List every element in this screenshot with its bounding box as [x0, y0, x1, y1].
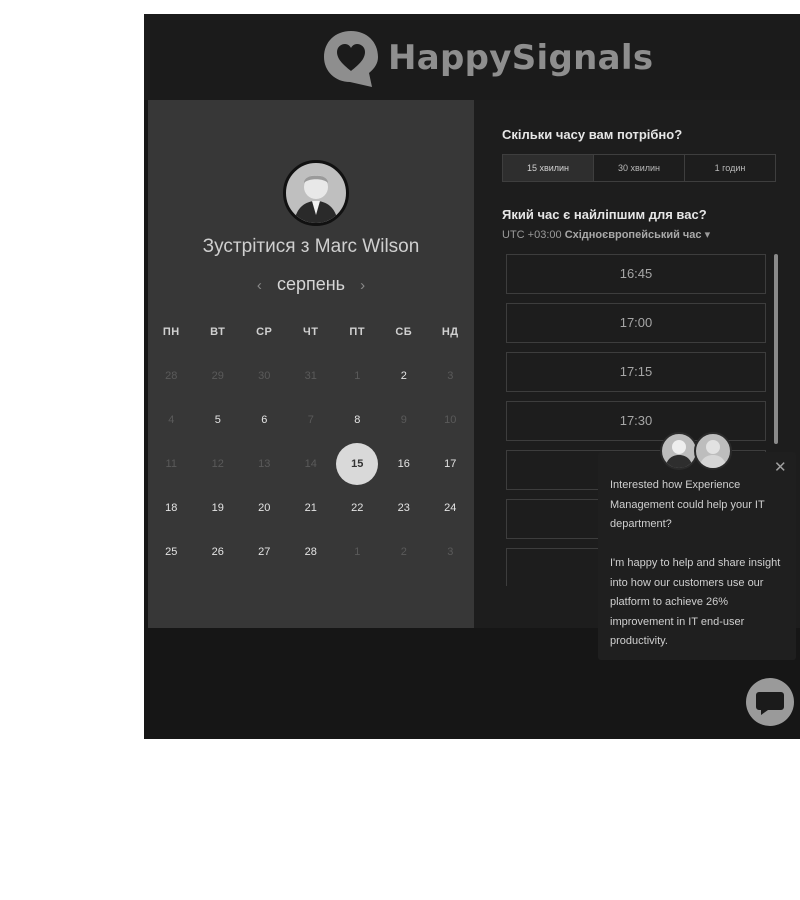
weekday-label: ВТ	[210, 326, 226, 338]
chat-message-body: I'm happy to help and share insight into…	[610, 557, 781, 647]
weekday-label: СБ	[395, 326, 413, 338]
booking-frame: HappySignals Зустрітися з Marc Wilson ‹ …	[144, 14, 800, 739]
calendar-day[interactable]: 23	[381, 502, 428, 514]
week-row: 18 19 20 21 22 23 24	[148, 486, 474, 530]
calendar-day[interactable]: 6	[241, 414, 288, 426]
selected-day-label: 15	[336, 443, 379, 485]
calendar-day[interactable]: 19	[195, 502, 242, 514]
week-row: 11 12 13 14 15 16 17	[148, 442, 474, 486]
chevron-down-icon: ▾	[704, 229, 711, 241]
month-navigation: ‹ серпень ›	[148, 274, 474, 295]
calendar-day-unavailable: 31	[304, 370, 317, 382]
weekday-label: ЧТ	[303, 326, 319, 338]
timezone-selector[interactable]: UTC +03:00 Східноєвропейський час ▾	[502, 228, 710, 241]
weekday-label: ПТ	[349, 326, 366, 338]
calendar-grid: ПН ВТ СР ЧТ ПТ СБ НД 28 29 30 31 1 2 3 4…	[148, 310, 474, 574]
calendar-day[interactable]: 18	[148, 502, 195, 514]
close-icon[interactable]: ✕	[774, 458, 787, 476]
chat-message-intro: Interested how Experience Management cou…	[610, 479, 765, 530]
calendar-day-unavailable: 28	[165, 370, 178, 382]
calendar-day-selected[interactable]: 15	[334, 443, 381, 485]
chevron-left-icon[interactable]: ‹	[257, 277, 262, 294]
weekday-label: СР	[256, 326, 273, 338]
calendar-day[interactable]: 8	[334, 414, 381, 426]
calendar-day[interactable]: 24	[427, 502, 474, 514]
brand-name: HappySignals	[388, 38, 654, 78]
chat-popup: ✕ Interested how Experience Management c…	[598, 452, 796, 660]
calendar-day-unavailable: 1	[354, 546, 361, 558]
duration-question: Скільки часу вам потрібно?	[502, 127, 683, 142]
calendar-day-unavailable: 10	[444, 414, 457, 426]
agent-avatar	[660, 432, 698, 470]
slot-list-scrollbar[interactable]	[774, 254, 778, 444]
timezone-name: Східноєвропейський час	[564, 229, 702, 241]
calendar-day[interactable]: 26	[195, 546, 242, 558]
heart-bubble-icon	[324, 31, 378, 87]
duration-option-15[interactable]: 15 хвилин	[503, 155, 594, 181]
calendar-day-unavailable: 4	[168, 414, 175, 426]
calendar-day[interactable]: 20	[241, 502, 288, 514]
calendar-day[interactable]: 16	[381, 458, 428, 470]
calendar-day[interactable]: 22	[334, 502, 381, 514]
chat-launcher-button[interactable]	[746, 678, 794, 726]
host-title: Зустрітися з Marc Wilson	[202, 236, 420, 257]
agent-avatar	[694, 432, 732, 470]
calendar-day[interactable]: 21	[288, 502, 335, 514]
calendar-day-unavailable: 1	[354, 370, 361, 382]
week-row: 28 29 30 31 1 2 3	[148, 354, 474, 398]
duration-option-60[interactable]: 1 годин	[685, 155, 775, 181]
weekday-row: ПН ВТ СР ЧТ ПТ СБ НД	[148, 310, 474, 354]
calendar-day[interactable]: 27	[241, 546, 288, 558]
timezone-offset: UTC +03:00	[502, 229, 562, 241]
calendar-day-unavailable: 11	[165, 458, 177, 470]
time-slot[interactable]: 16:45	[506, 254, 766, 294]
calendar-day[interactable]: 17	[427, 458, 474, 470]
duration-selector: 15 хвилин 30 хвилин 1 годин	[502, 154, 776, 182]
calendar-day-unavailable: 30	[258, 370, 271, 382]
time-question: Який час є найліпшим для вас?	[502, 207, 707, 222]
brand-logo: HappySignals	[320, 27, 653, 89]
calendar-day[interactable]: 28	[288, 546, 335, 558]
calendar-day-unavailable: 3	[447, 370, 454, 382]
host-avatar	[283, 160, 349, 226]
calendar-day-unavailable: 7	[307, 414, 314, 426]
chat-message: Interested how Experience Management cou…	[610, 476, 788, 652]
calendar-day-unavailable: 9	[400, 414, 407, 426]
week-row: 25 26 27 28 1 2 3	[148, 530, 474, 574]
calendar-day-unavailable: 12	[211, 458, 224, 470]
calendar-day-unavailable: 13	[258, 458, 271, 470]
calendar-panel: Зустрітися з Marc Wilson ‹ серпень › ПН …	[148, 100, 474, 628]
calendar-day[interactable]: 25	[148, 546, 195, 558]
header: HappySignals	[144, 14, 800, 100]
calendar-day-unavailable: 14	[304, 458, 317, 470]
time-slot[interactable]: 17:15	[506, 352, 766, 392]
time-slot[interactable]: 17:00	[506, 303, 766, 343]
calendar-day[interactable]: 2	[381, 370, 428, 382]
weekday-label: НД	[441, 326, 459, 338]
weekday-label: ПН	[162, 326, 180, 338]
chat-bubble-icon	[756, 692, 784, 715]
week-row: 4 5 6 7 8 9 10	[148, 398, 474, 442]
chevron-right-icon[interactable]: ›	[360, 277, 365, 294]
month-label: серпень	[276, 274, 346, 294]
calendar-day-unavailable: 3	[447, 546, 454, 558]
duration-option-30[interactable]: 30 хвилин	[594, 155, 685, 181]
calendar-day-unavailable: 2	[400, 546, 407, 558]
calendar-day[interactable]: 5	[195, 414, 242, 426]
calendar-day-unavailable: 29	[211, 370, 224, 382]
time-slot[interactable]: 17:30	[506, 401, 766, 441]
